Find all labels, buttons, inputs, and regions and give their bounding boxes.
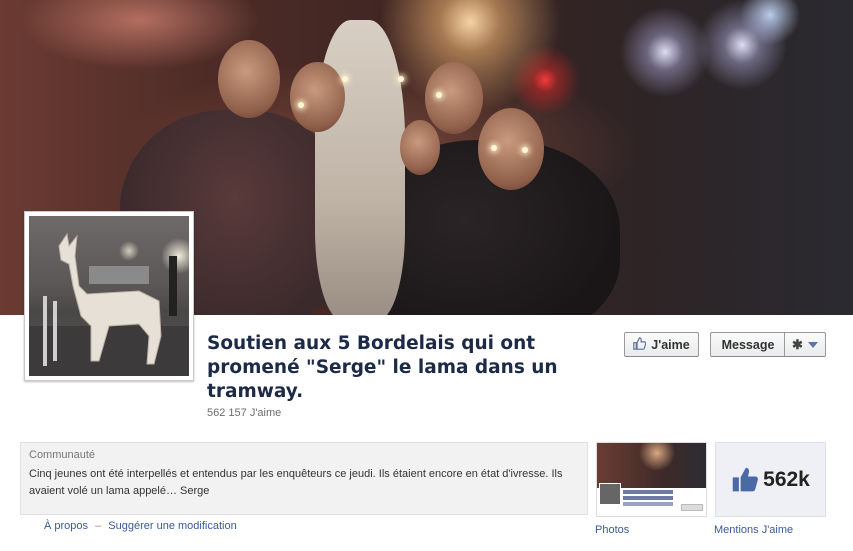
photos-app-thumbnail[interactable] bbox=[596, 442, 707, 517]
cover-eye bbox=[398, 76, 404, 82]
cover-eye bbox=[436, 92, 442, 98]
link-separator: – bbox=[95, 520, 102, 532]
cover-eye bbox=[298, 102, 304, 108]
cover-face bbox=[478, 108, 544, 190]
like-button-label: J'aime bbox=[651, 337, 690, 352]
likes-app-label[interactable]: Mentions J'aime bbox=[714, 524, 793, 536]
about-links: À propos – Suggérer une modification bbox=[44, 520, 237, 532]
profile-picture-image bbox=[29, 216, 189, 376]
profile-picture[interactable] bbox=[24, 211, 194, 381]
suggest-edit-link[interactable]: Suggérer une modification bbox=[108, 520, 236, 532]
message-button-label: Message bbox=[721, 337, 775, 352]
caret-down-icon bbox=[807, 341, 818, 348]
message-button[interactable]: Message bbox=[710, 332, 785, 357]
llama-illustration bbox=[29, 232, 189, 376]
cover-eye bbox=[522, 147, 528, 153]
cover-eye bbox=[491, 145, 497, 151]
like-button[interactable]: J'aime bbox=[624, 332, 699, 357]
about-link[interactable]: À propos bbox=[44, 520, 88, 532]
cover-eye bbox=[342, 76, 348, 82]
page-description: Cinq jeunes ont été interpellés et enten… bbox=[29, 468, 563, 497]
likes-app-box[interactable]: 562k bbox=[715, 442, 826, 517]
thumbs-up-icon bbox=[633, 336, 647, 353]
cover-face bbox=[218, 40, 280, 118]
about-box: Communauté Cinq jeunes ont été interpell… bbox=[20, 442, 588, 515]
thumbs-up-icon bbox=[732, 467, 759, 491]
photos-thumb-button bbox=[681, 504, 703, 511]
photos-thumb-profile bbox=[599, 483, 621, 505]
page-title: Soutien aux 5 Bordelais qui ont promené … bbox=[207, 333, 558, 402]
cover-face bbox=[290, 62, 345, 132]
photos-thumb-title bbox=[623, 490, 673, 494]
cover-face bbox=[400, 120, 440, 175]
settings-dropdown-button[interactable]: ✱ bbox=[784, 332, 826, 357]
cover-face bbox=[425, 62, 483, 134]
page-category: Communauté bbox=[29, 449, 96, 461]
likes-app-count: 562k bbox=[763, 467, 810, 491]
gear-icon: ✱ bbox=[792, 336, 803, 352]
likes-count: 562 157 J'aime bbox=[207, 407, 282, 419]
photos-app-label[interactable]: Photos bbox=[595, 524, 629, 536]
